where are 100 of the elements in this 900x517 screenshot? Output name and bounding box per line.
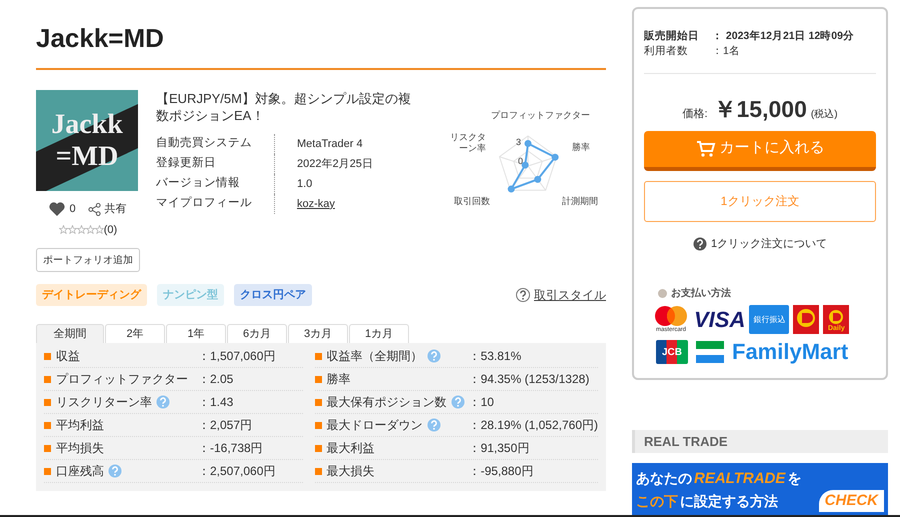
radar-tick-label: 3 (516, 138, 522, 147)
stat-label: 勝率 (326, 371, 351, 388)
help-icon[interactable] (692, 236, 707, 251)
familymart-logo: FamilyMart (732, 341, 848, 363)
stat-value: ：91,350円 (468, 440, 530, 457)
bullet-icon (314, 376, 322, 382)
period-tab[interactable]: 1年 (166, 324, 226, 343)
radar-grid (498, 135, 558, 191)
banner-text: を (787, 468, 802, 488)
sale-label: 販売開始日 (644, 29, 700, 44)
stat-value: ：2.05 (198, 371, 234, 388)
radar-point (508, 186, 515, 193)
payment-title: お支払い方法 (671, 286, 731, 301)
banner-text: に設定する方法 (680, 492, 778, 511)
stat-label: 最大利益 (326, 440, 375, 457)
bullet-icon (314, 352, 322, 360)
bullet-icon (44, 352, 51, 360)
familymart-stripes-icon (696, 341, 724, 363)
stat-value: ：53.81% (468, 348, 522, 365)
radar-axis-label: リスクターン率 (449, 132, 486, 154)
bullet-icon (314, 468, 322, 474)
heart-icon[interactable] (49, 202, 66, 216)
stat-label: 最大損失 (326, 463, 375, 480)
bullet-icon (44, 444, 51, 452)
stat-value: ：2,507,060円 (198, 463, 276, 480)
radar-axis-label: 勝率 (572, 142, 590, 153)
period-tab[interactable]: 2年 (105, 324, 165, 343)
price-label: 価格: (682, 107, 708, 122)
trade-style-link[interactable]: 取引スタイル (534, 286, 606, 304)
real-trade-banner[interactable]: あなたのREALTRADEを この下 に設定する方法 CHECK (632, 462, 888, 515)
banner-logo: REALTRADE (694, 468, 786, 489)
star-icon (86, 225, 95, 234)
add-portfolio-button[interactable]: ポートフォリオ追加 (36, 248, 140, 272)
sale-value: ： 2023年12月21日 12時09分 (712, 29, 854, 44)
stat-value: ：1,507,060円 (198, 348, 276, 365)
period-tab[interactable]: 全期間 (36, 324, 104, 343)
one-click-help-link[interactable]: 1クリック注文について (710, 236, 828, 252)
period-tab[interactable]: 6カ月 (227, 324, 287, 343)
radar-tick-label: 0 (518, 157, 524, 166)
section-title: REAL TRADE (644, 432, 728, 450)
price: ￥15,000 (714, 95, 807, 124)
profile-link[interactable]: koz-kay (297, 196, 335, 212)
stat-label: 最大ドローダウン (326, 417, 423, 434)
radar-axis-label: 計測期間 (562, 196, 598, 207)
bank-transfer-logo: 銀行振込 (749, 305, 790, 334)
daily-logo (793, 305, 820, 334)
cart-icon (696, 140, 716, 158)
radar-point (534, 176, 542, 183)
page-title: Jackk=MD (36, 22, 165, 55)
help-icon[interactable] (516, 288, 530, 302)
stat-value: ：-16,738円 (198, 440, 263, 457)
bullet-icon (658, 289, 667, 298)
bullet-icon (44, 376, 51, 382)
sale-label: 利用者数 (644, 44, 689, 59)
spec-label: 自動売買システム (156, 136, 253, 152)
tax-note: (税込) (810, 108, 838, 122)
review-count: (0) (104, 222, 118, 238)
stat-value: ：10 (468, 394, 494, 411)
sale-value: ：1名 (712, 44, 740, 59)
period-tab[interactable]: 3カ月 (288, 324, 348, 343)
stat-label: リスクリターン率 (56, 394, 152, 411)
star-icon (94, 225, 104, 234)
radar-axis-label: 取引回数 (454, 196, 490, 207)
radar-point (522, 162, 529, 169)
like-count: 0 (69, 202, 76, 217)
bullet-icon (44, 422, 51, 428)
radar-point (552, 154, 559, 161)
star-icon (68, 225, 77, 234)
stat-value: ：2,057円 (198, 417, 252, 434)
spec-value: 2022年2月25日 (297, 156, 373, 172)
visa-logo: VISA (694, 308, 746, 330)
stat-label: 平均損失 (56, 440, 104, 457)
stat-label: 収益率（全期間） (326, 348, 423, 365)
radar-point (524, 140, 532, 147)
spec-value: 1.0 (297, 176, 312, 192)
stat-value: ：1.43 (198, 394, 234, 411)
banner-highlight: この下 (636, 492, 678, 511)
spec-label: バージョン情報 (156, 176, 241, 192)
spec-label: マイプロフィール (156, 195, 253, 212)
star-icon (76, 225, 86, 234)
stat-value: ：94.35% (1253/1328) (468, 371, 590, 388)
product-headline: 【EURJPY/5M】対象。超シンプル設定の複数ポジションEA！ (156, 90, 412, 124)
banner-text: あなたの (636, 468, 692, 488)
style-tag: ナンピン型 (157, 284, 224, 306)
stat-label: 平均利益 (56, 417, 104, 434)
period-tab[interactable]: 1カ月 (349, 324, 409, 343)
spec-label: 登録更新日 (156, 155, 217, 172)
stat-label: プロフィットファクター (56, 371, 188, 388)
spec-value: MetaTrader 4 (297, 136, 363, 152)
style-tag: デイトレーディング (36, 284, 147, 306)
stat-label: 口座残高 (56, 463, 104, 480)
share-link[interactable]: 共有 (104, 201, 127, 218)
bullet-icon (314, 422, 322, 428)
bullet-icon (314, 398, 322, 406)
star-icon (58, 225, 68, 234)
stat-value: ：-95,880円 (468, 463, 534, 480)
bullet-icon (44, 468, 51, 474)
bullet-icon (314, 444, 322, 452)
style-tag: クロス円ペア (234, 284, 312, 306)
share-icon[interactable] (88, 202, 101, 216)
